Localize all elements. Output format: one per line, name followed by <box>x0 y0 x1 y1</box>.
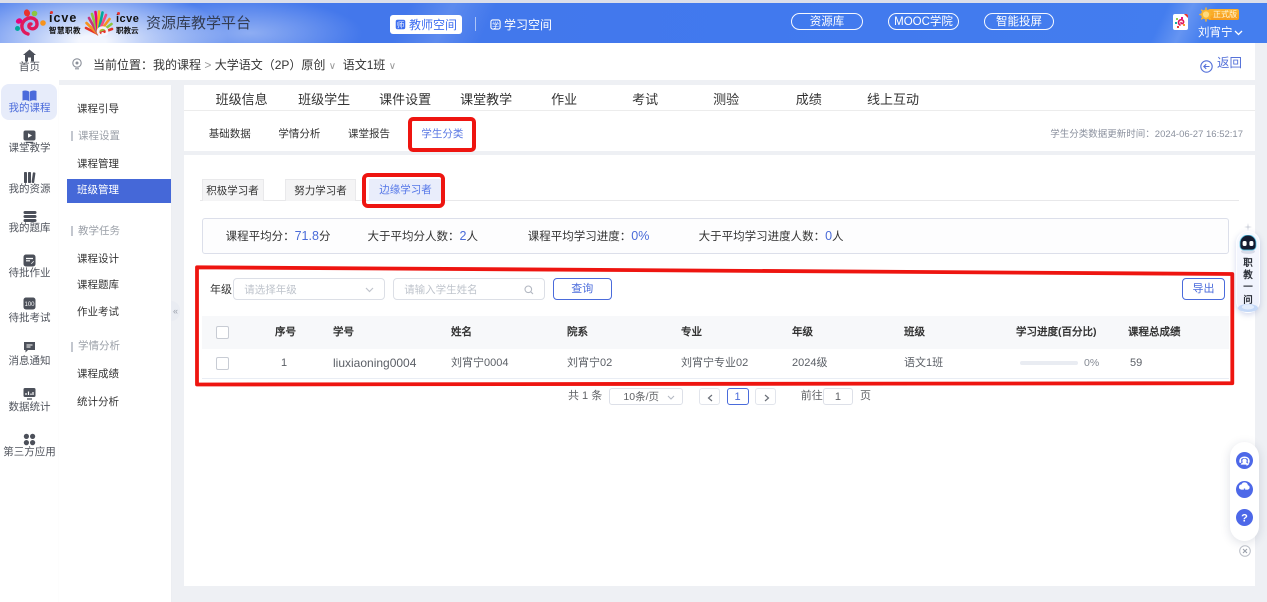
svg-text:?: ? <box>1241 513 1248 525</box>
svg-text:师: 师 <box>397 20 404 29</box>
svg-text:学: 学 <box>492 20 499 29</box>
svg-text:100: 100 <box>24 302 35 308</box>
